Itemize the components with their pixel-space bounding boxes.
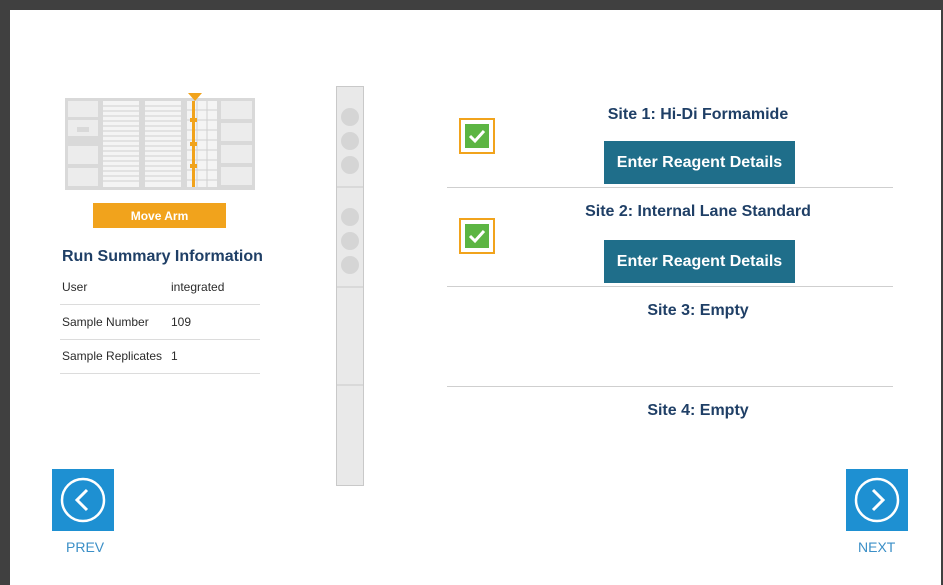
check-icon	[465, 124, 489, 148]
summary-key: User	[62, 280, 88, 294]
site-divider	[447, 386, 893, 387]
summary-key: Sample Number	[62, 315, 149, 329]
site-2-checkbox[interactable]	[459, 218, 495, 254]
site-divider	[447, 187, 893, 188]
site-1-enter-reagent-details-button[interactable]: Enter Reagent Details	[604, 141, 795, 184]
site-2-title: Site 2: Internal Lane Standard	[585, 203, 811, 220]
instrument-deck-diagram	[65, 98, 255, 190]
summary-row-sample-replicates: Sample Replicates 1	[60, 339, 260, 374]
site-1-checkbox[interactable]	[459, 118, 495, 154]
arm-position-marker-icon	[188, 88, 202, 106]
summary-key: Sample Replicates	[62, 349, 163, 363]
check-icon	[465, 224, 489, 248]
site-2-enter-reagent-details-button[interactable]: Enter Reagent Details	[604, 240, 795, 283]
chevron-right-icon	[854, 477, 900, 523]
summary-value: 1	[171, 349, 178, 363]
reagent-strip-diagram	[336, 86, 364, 486]
next-label[interactable]: NEXT	[858, 539, 895, 555]
site-4-title: Site 4: Empty	[647, 402, 749, 419]
summary-row-sample-number: Sample Number 109	[60, 305, 260, 340]
run-summary-title: Run Summary Information	[62, 248, 263, 265]
chevron-left-icon	[60, 477, 106, 523]
next-button[interactable]	[846, 469, 908, 531]
site-3-title: Site 3: Empty	[647, 302, 749, 319]
site-1-title: Site 1: Hi-Di Formamide	[607, 106, 789, 123]
prev-label[interactable]: PREV	[66, 539, 104, 555]
move-arm-button[interactable]: Move Arm	[93, 203, 226, 228]
summary-value: integrated	[171, 280, 225, 294]
prev-button[interactable]	[52, 469, 114, 531]
summary-row-user: User integrated	[60, 270, 260, 305]
site-divider	[447, 286, 893, 287]
summary-value: 109	[171, 315, 192, 329]
